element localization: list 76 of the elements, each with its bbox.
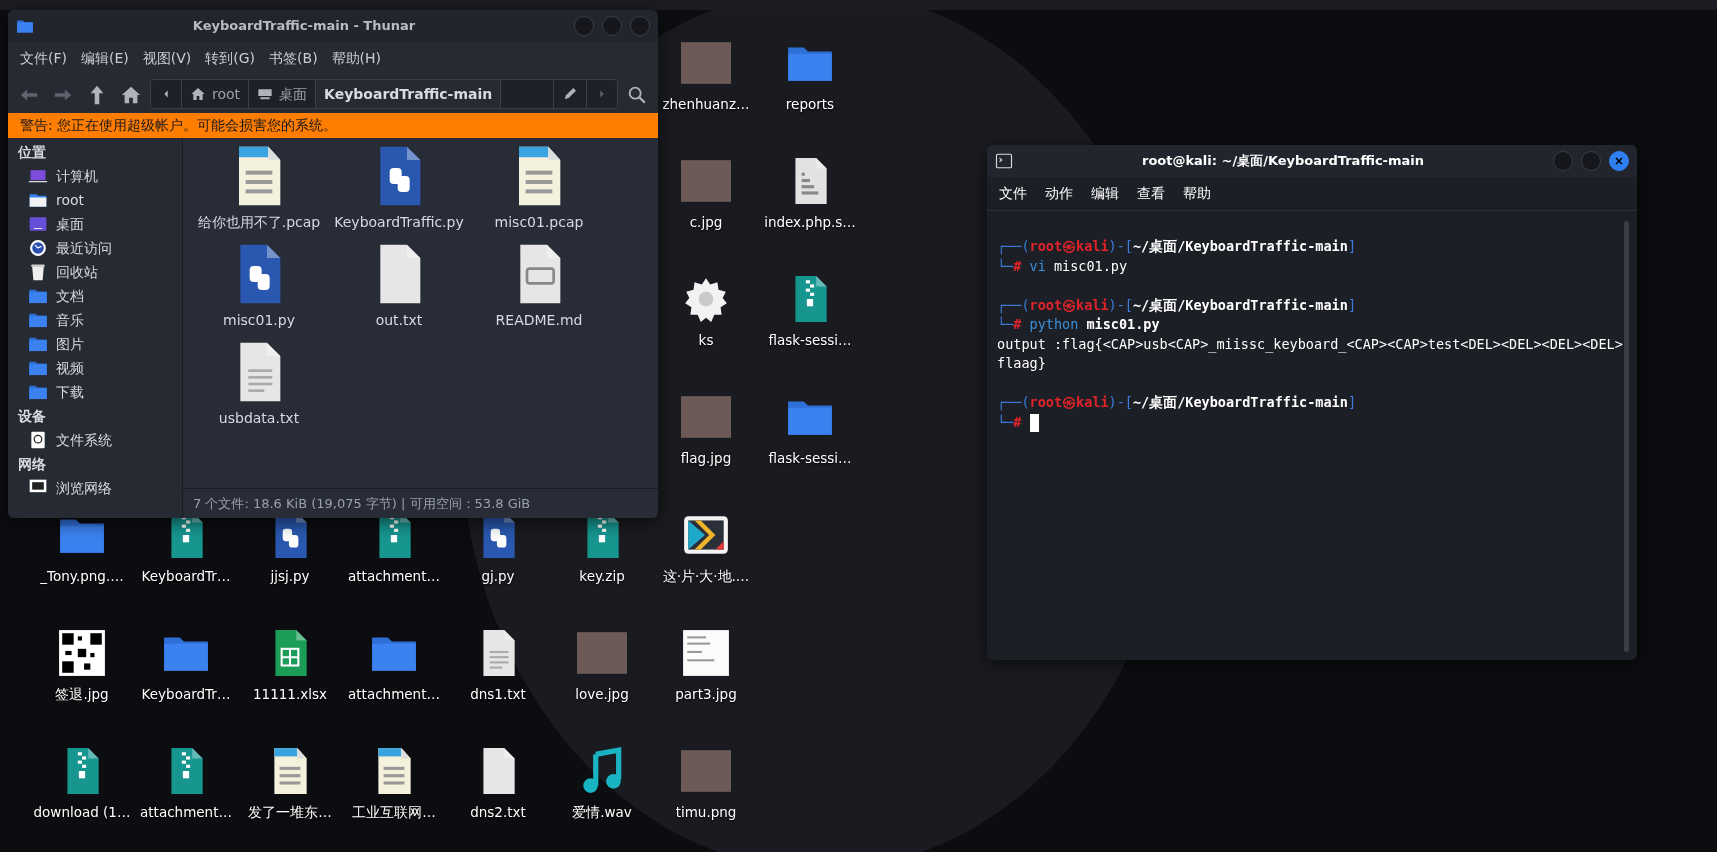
path-button[interactable]: root (182, 80, 250, 108)
command-line: └─# (997, 413, 1022, 430)
file-label[interactable]: flag.jpg (680, 448, 732, 469)
file-label[interactable]: dns2.txt (470, 802, 526, 823)
sidebar-item[interactable]: 视频 (18, 356, 172, 380)
file-label[interactable]: download (1… (33, 802, 131, 823)
section-heading: 位置 (18, 142, 47, 162)
menu-item[interactable]: 查看 (1137, 181, 1165, 206)
sidebar-item[interactable]: 最近访问 (18, 236, 172, 260)
file-label[interactable]: misc01.py (223, 310, 295, 331)
output-line: output :flag{<CAP>usb<CAP>_miissc_keyboard_<CAP><CAP>test<DEL><DEL><DEL><DEL> (997, 334, 1624, 354)
file-label[interactable]: README.md (495, 310, 583, 331)
file-label[interactable]: flask-sessi… (768, 330, 852, 351)
file-label[interactable]: part3.jpg (675, 684, 737, 705)
menu-item[interactable]: 动作 (1045, 181, 1073, 206)
file-label[interactable]: gj.py (481, 566, 515, 587)
file-label[interactable]: KeyboardTraffic.py (334, 212, 464, 233)
file-label[interactable]: 11111.xlsx (253, 684, 327, 705)
path-button[interactable]: KeyboardTraffic-main (316, 80, 502, 108)
window-title: root@kali: ~/桌面/KeyboardTraffic-main (1140, 152, 1425, 171)
file-label[interactable]: reports (785, 94, 835, 115)
file-label[interactable]: 爱情.wav (572, 802, 632, 823)
file-label[interactable]: c.jpg (689, 212, 723, 233)
sidebar-item[interactable]: 回收站 (18, 260, 172, 284)
section-heading: 设备 (18, 406, 47, 426)
window-title: KeyboardTraffic-main - Thunar (191, 17, 417, 36)
menu-item[interactable]: 编辑 (1091, 181, 1119, 206)
sidebar-item[interactable]: 音乐 (18, 308, 172, 332)
sidebar-item[interactable]: 桌面 (18, 212, 172, 236)
file-label[interactable]: key.zip (579, 566, 625, 587)
sidebar-item[interactable]: 文档 (18, 284, 172, 308)
file-label[interactable]: timu.png (675, 802, 737, 823)
prompt-line: ┌──(root㉿kali)-[~/桌面/KeyboardTraffic-main] (997, 295, 1357, 315)
file-label[interactable]: attachment… (140, 802, 232, 823)
file-label[interactable]: 这·片·大·地.… (662, 566, 750, 587)
file-label[interactable]: misc01.pcap (494, 212, 584, 233)
file-label[interactable]: usbdata.txt (218, 408, 300, 429)
file-label[interactable]: 工业互联网… (352, 802, 436, 823)
menu-item[interactable]: 编辑(E) (81, 46, 129, 71)
file-label[interactable]: ks (698, 330, 714, 351)
file-label[interactable]: KeyboardTr… (141, 566, 231, 587)
status-bar: 7 个文件: 18.6 KiB (19,075 字节) | 可用空间：53.8 GiB (183, 487, 658, 518)
menu-item[interactable]: 文件(F) (20, 46, 67, 71)
menu-item[interactable]: 帮助(H) (331, 46, 382, 71)
sidebar-item[interactable]: 图片 (18, 332, 172, 356)
menu-item[interactable]: 视图(V) (142, 46, 192, 71)
file-label[interactable]: love.jpg (575, 684, 629, 705)
file-label[interactable]: flask-sessi… (768, 448, 852, 469)
sidebar-item[interactable]: 下载 (18, 380, 172, 404)
menu-item[interactable]: 文件 (999, 181, 1027, 206)
command-line: └─# python misc01.py (997, 316, 1160, 332)
file-label[interactable]: out.txt (375, 310, 423, 331)
section-heading: 网络 (18, 454, 47, 474)
file-label[interactable]: dns1.txt (470, 684, 526, 705)
file-label[interactable]: 发了一堆东… (248, 802, 332, 823)
file-label[interactable]: KeyboardTr… (141, 684, 231, 705)
output-line: flaag} (997, 354, 1047, 373)
sidebar-item[interactable]: 浏览网络 (18, 476, 172, 500)
sidebar-item[interactable]: 文件系统 (18, 428, 172, 452)
file-label[interactable]: zhenhuanz… (662, 94, 750, 115)
warning-banner: 警告: 您正在使用超级帐户。可能会损害您的系统。 (8, 113, 658, 138)
sidebar-item[interactable]: root (18, 188, 172, 212)
file-label[interactable]: _Tony.png.… (40, 566, 124, 587)
file-label[interactable]: attachment… (348, 684, 440, 705)
command-line: └─# vi misc01.py (997, 257, 1128, 274)
file-label[interactable]: jjsj.py (270, 566, 310, 587)
menu-item[interactable]: 转到(G) (205, 46, 256, 71)
file-label[interactable]: 给你也用不了.pcap (197, 212, 321, 233)
sidebar-item[interactable]: 计算机 (18, 164, 172, 188)
file-label[interactable]: attachment… (348, 566, 440, 587)
file-label[interactable]: 签退.jpg (55, 684, 109, 705)
menu-item[interactable]: 书签(B) (269, 46, 318, 71)
prompt-line: ┌──(root㉿kali)-[~/桌面/KeyboardTraffic-main] (997, 393, 1357, 413)
menu-item[interactable]: 帮助 (1183, 181, 1211, 206)
prompt-line: ┌──(root㉿kali)-[~/桌面/KeyboardTraffic-main] (997, 237, 1357, 257)
file-label[interactable]: index.php.s… (764, 212, 856, 233)
